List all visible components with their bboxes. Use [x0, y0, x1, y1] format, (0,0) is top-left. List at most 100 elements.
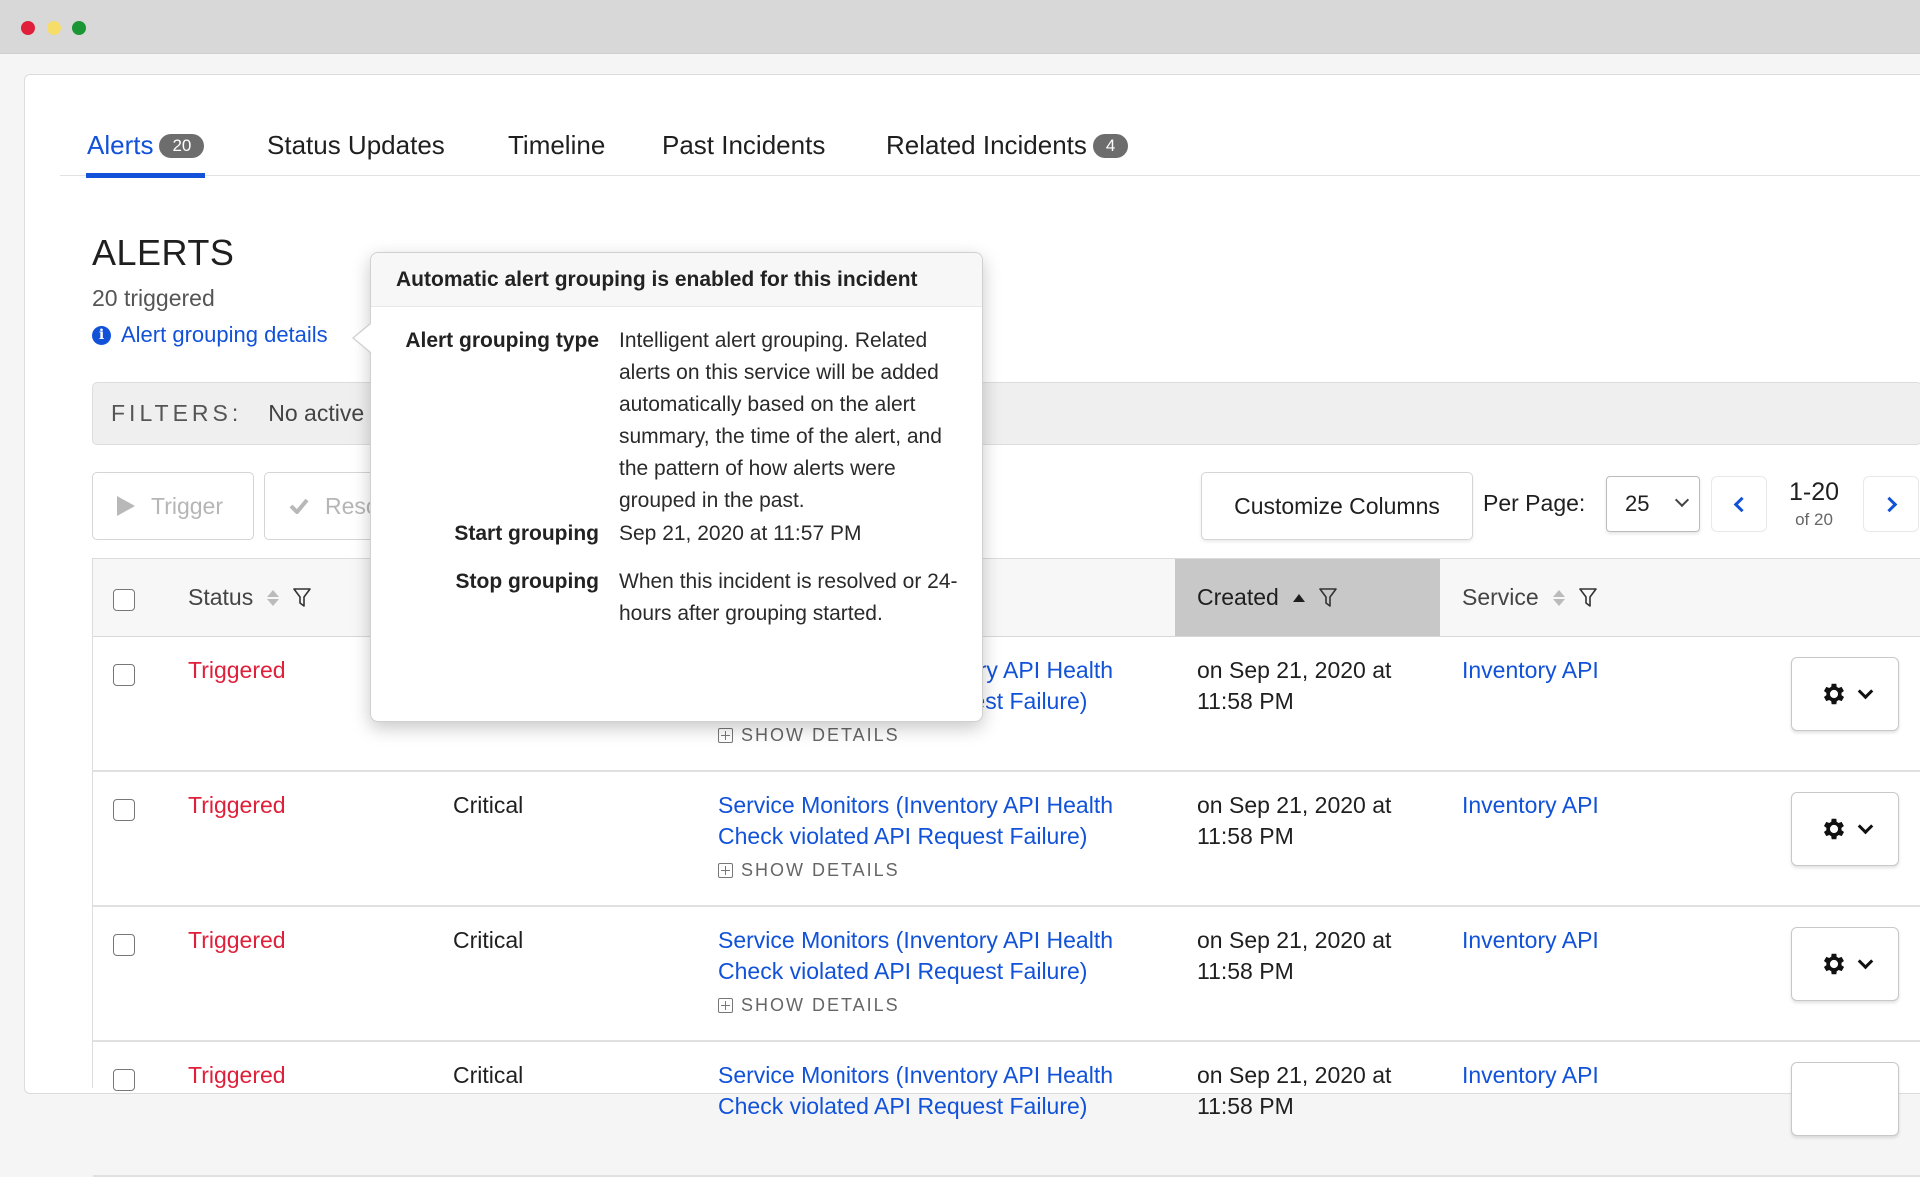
alert-grouping-popover: Automatic alert grouping is enabled for …	[352, 252, 983, 722]
alerts-triggered-count: 20 triggered	[92, 285, 215, 311]
alert-service-link[interactable]: Inventory API	[1462, 1060, 1599, 1091]
tab-timeline[interactable]: Timeline	[508, 120, 605, 176]
popover-key: Stop grouping	[455, 570, 599, 593]
customize-columns-button[interactable]: Customize Columns	[1201, 472, 1473, 540]
alerts-count-badge: 20	[159, 134, 205, 158]
row-checkbox[interactable]	[113, 664, 135, 686]
row-checkbox[interactable]	[113, 1069, 135, 1091]
check-icon	[289, 498, 309, 514]
show-details-label: SHOW DETAILS	[741, 725, 900, 745]
select-all-checkbox[interactable]	[113, 589, 135, 611]
column-header-service[interactable]: Service	[1462, 559, 1597, 636]
popover-key: Start grouping	[454, 522, 599, 545]
chevron-left-icon	[1733, 496, 1749, 512]
alert-created: on Sep 21, 2020 at 11:58 PM	[1197, 927, 1392, 984]
customize-columns-label: Customize Columns	[1234, 492, 1440, 519]
tab-past-incidents[interactable]: Past Incidents	[662, 120, 825, 176]
show-details-toggle[interactable]: SHOW DETAILS	[718, 725, 900, 746]
gear-icon	[1823, 683, 1844, 705]
per-page-value: 25	[1625, 491, 1650, 516]
alert-service-link[interactable]: Inventory API	[1462, 655, 1599, 686]
window-titlebar	[0, 0, 1920, 54]
gear-icon	[1823, 818, 1844, 840]
close-window-button[interactable]	[21, 21, 35, 35]
trigger-button[interactable]: Trigger	[92, 472, 254, 540]
column-header-status[interactable]: Status	[188, 559, 312, 636]
related-incidents-badge: 4	[1092, 134, 1129, 158]
table-row: Triggered Critical Service Monitors (Inv…	[93, 772, 1920, 907]
alert-status: Triggered	[188, 927, 286, 953]
alert-created: on Sep 21, 2020 at 11:58 PM	[1197, 1062, 1392, 1119]
popover-key: Alert grouping type	[405, 329, 599, 352]
filters-label: FILTERS:	[111, 400, 243, 426]
row-actions-button[interactable]	[1791, 657, 1899, 731]
tab-label: Related Incidents	[886, 130, 1087, 160]
popover-value: When this incident is resolved or 24-hou…	[619, 570, 958, 625]
plus-square-icon	[718, 863, 733, 878]
alert-status: Triggered	[188, 792, 286, 818]
alert-service-link[interactable]: Inventory API	[1462, 790, 1599, 821]
tab-alerts[interactable]: Alerts 20	[85, 120, 206, 178]
minimize-window-button[interactable]	[47, 21, 61, 35]
filters-bar: FILTERS: No active filters	[92, 382, 1920, 445]
tab-label: Alerts	[87, 130, 154, 160]
row-actions-button[interactable]	[1791, 792, 1899, 866]
alert-urgency: Critical	[453, 927, 524, 953]
page-range: 1-20	[1788, 478, 1840, 506]
sort-ascending-icon[interactable]	[1292, 593, 1305, 602]
next-page-button[interactable]	[1863, 476, 1919, 532]
alert-created: on Sep 21, 2020 at 11:58 PM	[1197, 657, 1392, 714]
filter-icon[interactable]	[1319, 587, 1337, 608]
alert-summary-link[interactable]: Service Monitors (Inventory API Health C…	[718, 1060, 1158, 1122]
gear-icon	[1823, 953, 1844, 975]
popover-value: Intelligent alert grouping. Related aler…	[619, 329, 942, 512]
alert-urgency: Critical	[453, 792, 524, 818]
alert-grouping-details-link[interactable]: i Alert grouping details	[92, 322, 328, 348]
table-row: Triggered Critical Service Monitors (Inv…	[93, 1042, 1920, 1177]
show-details-toggle[interactable]: SHOW DETAILS	[718, 995, 900, 1016]
row-checkbox[interactable]	[113, 799, 135, 821]
tab-label: Timeline	[508, 130, 606, 160]
column-header-created[interactable]: Created	[1175, 559, 1440, 636]
alert-service-link[interactable]: Inventory API	[1462, 925, 1599, 956]
alert-status: Triggered	[188, 657, 286, 683]
show-details-label: SHOW DETAILS	[741, 860, 900, 880]
tab-related-incidents[interactable]: Related Incidents 4	[886, 120, 1129, 176]
maximize-window-button[interactable]	[72, 21, 86, 35]
info-icon: i	[92, 325, 111, 345]
alerts-heading: ALERTS	[92, 232, 235, 273]
alert-summary-link[interactable]: Service Monitors (Inventory API Health C…	[718, 790, 1158, 852]
play-icon	[117, 496, 135, 516]
row-checkbox[interactable]	[113, 934, 135, 956]
alert-created: on Sep 21, 2020 at 11:58 PM	[1197, 792, 1392, 849]
plus-square-icon	[718, 728, 733, 743]
chevron-down-icon	[1674, 492, 1690, 508]
page-total: of 20	[1795, 510, 1833, 529]
table-row: Triggered Critical Service Monitors (Inv…	[93, 637, 1920, 772]
per-page-select[interactable]: 25	[1606, 476, 1700, 532]
chevron-down-icon	[1857, 683, 1873, 699]
sort-icon[interactable]	[1552, 589, 1565, 606]
column-label: Created	[1197, 584, 1279, 610]
column-label: Status	[188, 584, 254, 610]
tab-label: Past Incidents	[662, 130, 826, 160]
filter-icon[interactable]	[293, 587, 312, 608]
plus-square-icon	[718, 998, 733, 1013]
alert-grouping-details-label: Alert grouping details	[121, 322, 328, 347]
show-details-toggle[interactable]: SHOW DETAILS	[718, 860, 900, 881]
table-header: Status Created Service	[93, 559, 1920, 637]
tab-status-updates[interactable]: Status Updates	[267, 120, 445, 176]
chevron-down-icon	[1857, 818, 1873, 834]
per-page-label: Per Page:	[1483, 490, 1586, 516]
popover-title: Automatic alert grouping is enabled for …	[371, 253, 982, 307]
row-actions-button[interactable]	[1791, 1062, 1899, 1136]
column-label: Service	[1462, 584, 1539, 610]
chevron-down-icon	[1857, 953, 1873, 969]
filter-icon[interactable]	[1578, 587, 1597, 608]
show-details-label: SHOW DETAILS	[741, 995, 900, 1015]
alerts-table: Status Created Service Triggered Critica…	[92, 558, 1920, 1177]
alert-summary-link[interactable]: Service Monitors (Inventory API Health C…	[718, 925, 1158, 987]
sort-icon[interactable]	[267, 589, 280, 606]
previous-page-button[interactable]	[1711, 476, 1767, 532]
row-actions-button[interactable]	[1791, 927, 1899, 1001]
